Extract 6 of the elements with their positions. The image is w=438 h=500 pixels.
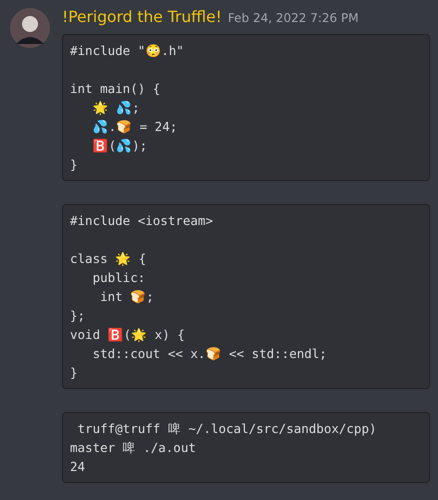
avatar-icon[interactable] (10, 8, 50, 48)
code-block: #include <iostream> class 🌟 { public: int 🍞; }; void 🅱(🌟 x) { std::cout << x.🍞 << std::endl; } (62, 204, 430, 389)
code-block: truff@truff 啤 ~/.local/src/sandbox/cpp) master 啤 ./a.out 24 (62, 412, 430, 483)
username[interactable]: !Perigord the Truffle! (62, 8, 222, 26)
timestamp: Feb 24, 2022 7:26 PM (228, 11, 359, 25)
code-block: #include "😳.h" int main() { 🌟 💦; 💦.🍞 = 24; 🅱(💦); } (62, 34, 430, 181)
